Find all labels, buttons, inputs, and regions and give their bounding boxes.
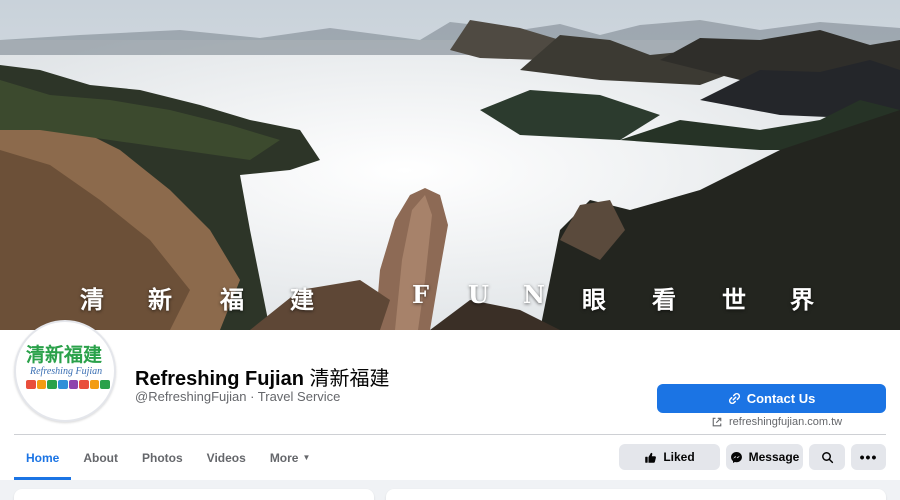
logo-color-block bbox=[47, 380, 57, 389]
cover-caption-char: 福 bbox=[220, 285, 244, 314]
logo-color-block bbox=[89, 380, 100, 389]
logo-color-block bbox=[68, 380, 79, 389]
contact-us-button[interactable]: Contact Us bbox=[657, 384, 886, 413]
thumbs-up-icon bbox=[645, 452, 657, 463]
tab-label: Videos bbox=[206, 450, 246, 465]
cover-caption-char: 看 bbox=[652, 285, 676, 314]
post-composer-card bbox=[386, 489, 886, 500]
external-link-icon bbox=[712, 417, 722, 427]
page-title-cn: 清新福建 bbox=[309, 366, 390, 390]
link-icon bbox=[728, 392, 740, 405]
logo-color-block bbox=[26, 380, 36, 389]
cover-caption-char: 眼 bbox=[582, 285, 606, 314]
tab-videos[interactable]: Videos bbox=[195, 435, 258, 480]
cover-caption-char: F bbox=[412, 280, 430, 309]
liked-button[interactable]: Liked bbox=[619, 444, 720, 470]
cover-caption-char: 界 bbox=[790, 285, 814, 314]
logo-color-block bbox=[57, 380, 68, 389]
tab-label: Photos bbox=[142, 450, 183, 465]
page-title-en: Refreshing Fujian bbox=[135, 368, 304, 390]
search-button[interactable] bbox=[809, 444, 845, 470]
cover-caption-char: N bbox=[523, 280, 545, 309]
message-button[interactable]: Message bbox=[726, 444, 803, 470]
logo-english-text: Refreshing Fujian bbox=[30, 366, 103, 377]
page-title: Refreshing Fujian 清新福建 bbox=[135, 362, 389, 391]
liked-label: Liked bbox=[663, 450, 695, 464]
more-options-button[interactable]: ••• bbox=[851, 444, 886, 470]
search-icon bbox=[821, 451, 833, 463]
page-handle-category: @RefreshingFujian · Travel Service bbox=[135, 389, 341, 404]
cover-photo[interactable]: 清 新 福 建 F U N 眼 看 世 界 bbox=[0, 0, 900, 330]
tab-label: Home bbox=[26, 450, 60, 465]
caret-down-icon: ▼ bbox=[302, 453, 311, 462]
tab-home[interactable]: Home bbox=[14, 435, 72, 480]
cover-caption-char: 世 bbox=[722, 285, 746, 314]
cover-caption-char: 新 bbox=[148, 285, 172, 314]
ellipsis-icon: ••• bbox=[859, 449, 878, 465]
cover-caption-char: U bbox=[468, 280, 489, 309]
logo-color-block bbox=[36, 380, 47, 389]
intro-card bbox=[14, 489, 374, 500]
tab-more[interactable]: More ▼ bbox=[258, 435, 323, 480]
logo-chinese-text: 清新福建 bbox=[26, 344, 103, 366]
tab-label: More bbox=[269, 450, 299, 465]
message-label: Message bbox=[748, 450, 800, 464]
logo-color-block bbox=[100, 380, 110, 389]
avatar-logo: 清新福建 Refreshing Fujian bbox=[16, 322, 114, 420]
cover-caption-char: 建 bbox=[290, 285, 314, 314]
contact-us-label: Contact Us bbox=[746, 391, 816, 406]
cover-caption: 清 新 福 建 F U N 眼 看 世 界 bbox=[0, 280, 900, 316]
tab-label: About bbox=[83, 450, 118, 465]
tab-photos[interactable]: Photos bbox=[130, 435, 195, 480]
profile-header: 清新福建 Refreshing Fujian Refreshing Fujian… bbox=[0, 320, 900, 480]
avatar[interactable]: 清新福建 Refreshing Fujian bbox=[14, 320, 116, 422]
tab-about[interactable]: About bbox=[71, 435, 130, 480]
logo-color-block bbox=[79, 380, 89, 389]
logo-color-strip bbox=[26, 380, 110, 390]
cover-caption-char: 清 bbox=[80, 285, 104, 314]
website-url: refreshingfujian.com.tw bbox=[729, 416, 843, 428]
website-link[interactable]: refreshingfujian.com.tw bbox=[711, 416, 842, 428]
messenger-icon bbox=[730, 451, 742, 463]
profile-tabs: Home About Photos Videos More ▼ bbox=[14, 435, 322, 480]
